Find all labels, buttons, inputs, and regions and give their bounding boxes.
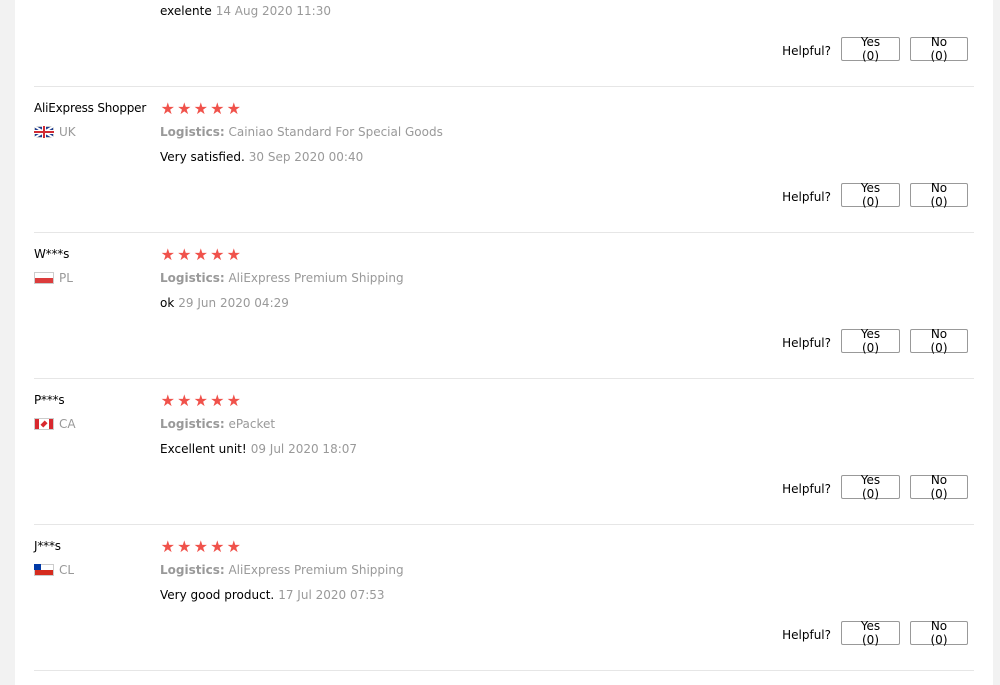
country-code: CA <box>59 417 76 431</box>
star-icon: ★ <box>193 391 208 410</box>
star-icon: ★ <box>226 245 241 264</box>
reviewer-country: CL <box>34 562 74 578</box>
star-rating: ★ ★ ★ ★ ★ <box>160 539 242 555</box>
logistics-method: AliExpress Premium Shipping <box>228 271 404 285</box>
feedback-date: 30 Sep 2020 00:40 <box>248 150 364 164</box>
reviewer-country: UK <box>34 124 76 140</box>
reviewer-name: P***s <box>34 393 65 407</box>
reviewer-name: J***s <box>34 539 61 553</box>
feedback-date: 29 Jun 2020 04:29 <box>178 296 289 310</box>
helpful-no-button[interactable]: No (0) <box>910 473 968 501</box>
star-icon: ★ <box>160 391 175 410</box>
ca-flag-icon <box>34 418 54 430</box>
helpful-label: Helpful? <box>782 336 831 350</box>
helpful-no-button[interactable]: No (0) <box>910 181 968 209</box>
feedback-panel: exelente 14 Aug 2020 11:30 Helpful? Yes (… <box>15 0 993 685</box>
helpful-vote-group: Helpful? Yes (0) No (0) <box>782 327 968 355</box>
logistics-label: Logistics: <box>160 417 225 431</box>
star-icon: ★ <box>193 99 208 118</box>
reviewer-name: W***s <box>34 247 70 261</box>
star-icon: ★ <box>210 99 225 118</box>
star-icon: ★ <box>177 99 192 118</box>
feedback-date: 14 Aug 2020 11:30 <box>215 4 331 18</box>
review-divider <box>34 86 974 87</box>
reviewer-country: CA <box>34 416 76 432</box>
feedback-text: exelente <box>160 4 212 18</box>
reviewer-name: AliExpress Shopper <box>34 101 147 115</box>
review-divider <box>34 524 974 525</box>
feedback-text: Very satisfied. <box>160 150 245 164</box>
helpful-vote-group: Helpful? Yes (0) No (0) <box>782 181 968 209</box>
logistics-label: Logistics: <box>160 563 225 577</box>
logistics-method: Cainiao Standard For Special Goods <box>228 125 443 139</box>
helpful-label: Helpful? <box>782 190 831 204</box>
logistics-info: Logistics: ePacket <box>160 417 275 431</box>
review-divider <box>34 232 974 233</box>
helpful-yes-button[interactable]: Yes (0) <box>841 619 900 647</box>
country-code: PL <box>59 271 73 285</box>
feedback-text: Excellent unit! <box>160 442 247 456</box>
star-icon: ★ <box>177 391 192 410</box>
feedback-date: 09 Jul 2020 18:07 <box>250 442 358 456</box>
helpful-vote-group: Helpful? Yes (0) No (0) <box>782 35 968 63</box>
feedback-content: Excellent unit! 09 Jul 2020 18:07 <box>160 442 357 456</box>
helpful-vote-group: Helpful? Yes (0) No (0) <box>782 473 968 501</box>
helpful-no-button[interactable]: No (0) <box>910 619 968 647</box>
feedback-date: 17 Jul 2020 07:53 <box>278 588 385 602</box>
feedback-content: ok 29 Jun 2020 04:29 <box>160 296 289 310</box>
feedback-content: Very satisfied. 30 Sep 2020 00:40 <box>160 150 363 164</box>
star-rating: ★ ★ ★ ★ ★ <box>160 247 242 263</box>
logistics-label: Logistics: <box>160 125 225 139</box>
star-icon: ★ <box>226 391 241 410</box>
star-icon: ★ <box>193 537 208 556</box>
star-icon: ★ <box>160 245 175 264</box>
logistics-info: Logistics: AliExpress Premium Shipping <box>160 271 404 285</box>
feedback-content: Very good product. 17 Jul 2020 07:53 <box>160 588 385 602</box>
helpful-label: Helpful? <box>782 482 831 496</box>
star-icon: ★ <box>177 245 192 264</box>
helpful-yes-button[interactable]: Yes (0) <box>841 35 900 63</box>
star-icon: ★ <box>226 537 241 556</box>
country-code: CL <box>59 563 75 577</box>
feedback-text: ok <box>160 296 175 310</box>
star-icon: ★ <box>210 245 225 264</box>
helpful-yes-button[interactable]: Yes (0) <box>841 473 900 501</box>
star-icon: ★ <box>177 537 192 556</box>
star-rating: ★ ★ ★ ★ ★ <box>160 393 242 409</box>
star-icon: ★ <box>160 99 175 118</box>
pl-flag-icon <box>34 272 54 284</box>
review-divider <box>34 670 974 671</box>
logistics-method: AliExpress Premium Shipping <box>228 563 404 577</box>
helpful-label: Helpful? <box>782 628 831 642</box>
helpful-no-button[interactable]: No (0) <box>910 35 968 63</box>
star-icon: ★ <box>160 537 175 556</box>
helpful-yes-button[interactable]: Yes (0) <box>841 327 900 355</box>
review-divider <box>34 378 974 379</box>
country-code: UK <box>59 125 76 139</box>
helpful-no-button[interactable]: No (0) <box>910 327 968 355</box>
logistics-label: Logistics: <box>160 271 225 285</box>
uk-flag-icon <box>34 126 54 138</box>
feedback-content: exelente 14 Aug 2020 11:30 <box>160 4 331 18</box>
logistics-method: ePacket <box>228 417 276 431</box>
helpful-vote-group: Helpful? Yes (0) No (0) <box>782 619 968 647</box>
cl-flag-icon <box>34 564 54 576</box>
logistics-info: Logistics: Cainiao Standard For Special … <box>160 125 443 139</box>
star-icon: ★ <box>193 245 208 264</box>
star-icon: ★ <box>210 537 225 556</box>
star-rating: ★ ★ ★ ★ ★ <box>160 101 242 117</box>
feedback-text: Very good product. <box>160 588 275 602</box>
reviewer-country: PL <box>34 270 73 286</box>
star-icon: ★ <box>210 391 225 410</box>
logistics-info: Logistics: AliExpress Premium Shipping <box>160 563 404 577</box>
helpful-yes-button[interactable]: Yes (0) <box>841 181 900 209</box>
helpful-label: Helpful? <box>782 44 831 58</box>
star-icon: ★ <box>226 99 241 118</box>
